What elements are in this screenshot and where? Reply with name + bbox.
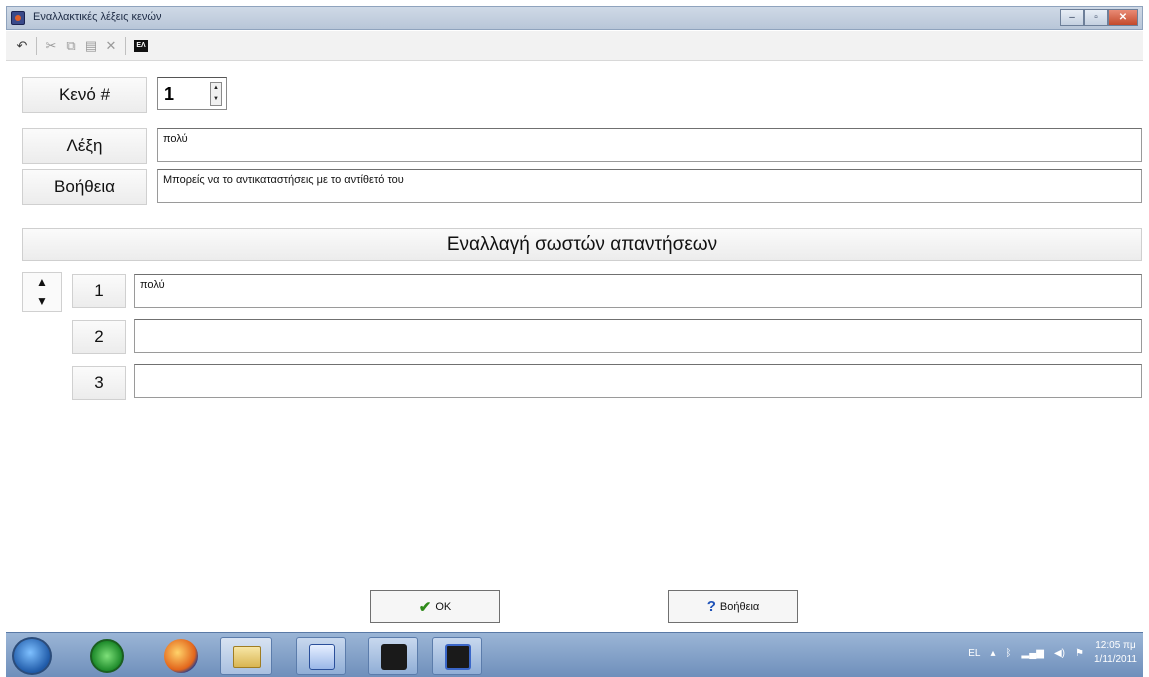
checkmark-icon: ✔: [418, 598, 432, 616]
maximize-button[interactable]: ▫: [1084, 9, 1108, 26]
alternative-input-1[interactable]: πολύ: [134, 274, 1142, 308]
cut-icon[interactable]: ✂: [41, 36, 61, 56]
gap-number-label[interactable]: Κενό #: [22, 77, 147, 113]
copy-icon[interactable]: ⧉: [61, 36, 81, 56]
gap-number-spinner[interactable]: 1 ▲ ▼: [157, 77, 227, 110]
taskbar: EL ▴ ᛒ ▂▄▆ ◀) ⚑ 12:05 πμ 1/11/2011: [6, 632, 1143, 677]
alternative-number-3[interactable]: 3: [72, 366, 126, 400]
show-hidden-icons-icon[interactable]: ▴: [990, 648, 995, 659]
help-button-label: Βοήθεια: [719, 600, 760, 613]
greek-keyboard-icon[interactable]: ΕΛ: [134, 39, 148, 52]
undo-icon[interactable]: ↶: [12, 36, 32, 56]
minimize-button[interactable]: –: [1060, 9, 1084, 26]
toolbar: ↶ ✂ ⧉ ▤ ✕ ΕΛ: [6, 31, 1143, 61]
network-icon[interactable]: ▂▄▆: [1022, 648, 1044, 659]
app-icon: [11, 11, 25, 25]
close-button[interactable]: ✕: [1108, 9, 1138, 26]
bluetooth-icon[interactable]: ᛒ: [1006, 648, 1012, 659]
help-button[interactable]: ? Βοήθεια: [668, 590, 798, 623]
word-taskbar-button[interactable]: [296, 637, 346, 675]
action-center-icon[interactable]: ⚑: [1075, 648, 1084, 659]
move-up-icon[interactable]: ▲: [23, 273, 61, 292]
app-taskbar-button-2[interactable]: [432, 637, 482, 675]
app-hand-icon: [381, 644, 407, 670]
question-mark-icon: ?: [706, 598, 716, 615]
alternative-input-2[interactable]: [134, 319, 1142, 353]
window-title: Εναλλακτικές λέξεις κενών: [33, 11, 162, 23]
toolbar-separator: [125, 36, 126, 55]
alternative-number-2[interactable]: 2: [72, 320, 126, 354]
help-text-label[interactable]: Βοήθεια: [22, 169, 147, 205]
folder-icon: [233, 646, 261, 668]
ok-button[interactable]: ✔ OK: [370, 590, 500, 623]
move-down-icon[interactable]: ▼: [23, 292, 61, 311]
system-tray: EL ▴ ᛒ ▂▄▆ ◀) ⚑ 12:05 πμ 1/11/2011: [968, 639, 1137, 667]
app-hand-icon: [445, 644, 471, 670]
explorer-taskbar-button[interactable]: [220, 637, 272, 675]
language-indicator[interactable]: EL: [968, 648, 980, 659]
reorder-control[interactable]: ▲ ▼: [22, 272, 62, 312]
clock[interactable]: 12:05 πμ 1/11/2011: [1094, 639, 1137, 667]
alternatives-header[interactable]: Εναλλαγή σωστών απαντήσεων: [22, 228, 1142, 261]
window-titlebar: Εναλλακτικές λέξεις κενών – ▫ ✕: [6, 6, 1143, 30]
paste-icon[interactable]: ▤: [81, 36, 101, 56]
word-icon: [309, 644, 335, 670]
alternative-number-1[interactable]: 1: [72, 274, 126, 308]
alternative-input-3[interactable]: [134, 364, 1142, 398]
start-button-icon[interactable]: [12, 637, 52, 675]
toolbar-separator: [36, 36, 37, 55]
word-input[interactable]: πολύ: [157, 128, 1142, 162]
clock-date: 1/11/2011: [1093, 654, 1137, 665]
firefox-icon[interactable]: [164, 639, 198, 673]
delete-icon[interactable]: ✕: [101, 36, 121, 56]
gap-number-value: 1: [164, 84, 175, 104]
app-taskbar-button-1[interactable]: [368, 637, 418, 675]
spinner-arrows[interactable]: ▲ ▼: [210, 82, 222, 106]
spinner-down-icon[interactable]: ▼: [211, 94, 221, 105]
help-text-input[interactable]: Μπορείς να το αντικαταστήσεις με το αντί…: [157, 169, 1142, 203]
ok-button-label: OK: [435, 600, 452, 613]
volume-icon[interactable]: ◀): [1054, 648, 1065, 659]
clock-time: 12:05 πμ: [1095, 640, 1136, 651]
word-label[interactable]: Λέξη: [22, 128, 147, 164]
media-player-icon[interactable]: [90, 639, 124, 673]
spinner-up-icon[interactable]: ▲: [211, 83, 221, 94]
window-controls: – ▫ ✕: [1060, 9, 1138, 26]
